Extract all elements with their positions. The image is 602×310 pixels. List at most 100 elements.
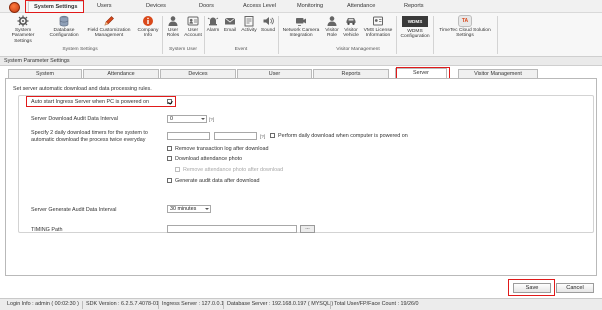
generate-audit-data-label: Generate audit data after download (175, 178, 260, 184)
status-sdk-version: SDK Version : 6.2.5.7.4078-01 (86, 301, 159, 307)
cloud-icon: TA (458, 15, 472, 27)
generate-interval-select[interactable]: 30 minutes (167, 205, 211, 213)
menu-tab-devices[interactable]: Devices (146, 3, 166, 9)
menu-tab-users[interactable]: Users (97, 3, 112, 9)
group-label-visitor-management: Visitor Management (336, 47, 380, 52)
database-configuration-button[interactable]: Database Configuration (46, 15, 82, 39)
ribbon-label: User Roles (166, 28, 180, 39)
download-interval-label: Server Download Audit Data Interval (31, 116, 118, 122)
remove-attendance-photo-label: Remove attendance photo after download (183, 167, 284, 173)
help-icon[interactable]: [?] (209, 117, 214, 122)
ribbon-separator (433, 16, 434, 54)
tab-visitor-management[interactable]: Visitor Management (458, 69, 538, 78)
timing-path-label: TIMING Path (31, 227, 63, 233)
visitor-vehicle-button[interactable]: Visitor Vehicle (341, 15, 361, 39)
network-camera-integration-button[interactable]: Network Camera Integration (280, 15, 322, 39)
visitor-role-button[interactable]: Visitor Role (323, 15, 341, 39)
timetec-cloud-solution-settings-button[interactable]: TA TimeTec Cloud Solution Settings (435, 15, 495, 39)
tab-reports[interactable]: Reports (313, 69, 389, 78)
alarm-icon (207, 17, 219, 26)
timer-1-input[interactable] (167, 132, 210, 140)
generate-interval-label: Server Generate Audit Data Interval (31, 207, 117, 213)
user-account-icon (187, 16, 199, 26)
field-customization-management-button[interactable]: Field Customization Management (85, 15, 133, 39)
ribbon-label: Visitor Role (325, 28, 339, 39)
download-attendance-photo-label: Download attendance photo (175, 156, 243, 162)
menu-tab-reports[interactable]: Reports (404, 3, 424, 9)
menu-tab-monitoring[interactable]: Monitoring (297, 3, 323, 9)
ribbon-label: VMS License Information (363, 28, 393, 39)
status-bar: Login Info : admin ( 00:02:30 ) SDK Vers… (0, 298, 602, 310)
user-account-button[interactable]: User Account (182, 15, 204, 39)
timer-2-input[interactable] (214, 132, 257, 140)
ribbon-label: Sound (260, 28, 276, 33)
vehicle-icon (346, 18, 356, 25)
generate-audit-data-checkbox[interactable] (167, 178, 172, 183)
license-icon (373, 16, 383, 26)
app-menu-orb-icon[interactable] (9, 2, 20, 13)
camera-icon (296, 18, 306, 26)
download-interval-select[interactable]: 0 (167, 115, 207, 123)
panel-description: Set server automatic download and data p… (13, 86, 152, 92)
activity-icon (244, 16, 254, 27)
generate-interval-value: 30 minutes (170, 206, 197, 212)
tab-devices[interactable]: Devices (160, 69, 236, 78)
activity-button[interactable]: Activity (239, 15, 259, 33)
gear-settings-icon (17, 15, 29, 27)
tab-server[interactable]: Server (395, 68, 447, 78)
cancel-button[interactable]: Cancel (556, 283, 594, 293)
help-icon[interactable]: [?] (260, 134, 265, 139)
perform-daily-download-checkbox[interactable] (270, 133, 275, 138)
group-label-system-user: System User (169, 47, 197, 52)
status-login-info: Login Info : admin ( 00:02:30 ) (7, 301, 79, 307)
group-label-event: Event (234, 47, 248, 52)
ribbon-label: Alarm (206, 28, 220, 33)
user-roles-button[interactable]: User Roles (164, 15, 182, 39)
menu-tab-doors[interactable]: Doors (199, 3, 214, 9)
alarm-button[interactable]: Alarm (205, 15, 221, 33)
ribbon-label: Activity (241, 28, 257, 33)
menu-tab-system-settings[interactable]: System Settings (28, 1, 84, 13)
sound-button[interactable]: Sound (259, 15, 277, 33)
ribbon-toolbar: System Parameter Settings Database Confi… (0, 13, 602, 57)
menu-tab-access-level[interactable]: Access Level (243, 3, 276, 9)
perform-daily-download-label: Perform daily download when computer is … (278, 133, 408, 139)
ribbon-separator (278, 16, 279, 54)
email-icon (224, 17, 236, 25)
info-icon (143, 16, 153, 26)
ribbon-label: Network Camera Integration (282, 28, 320, 39)
tab-user[interactable]: User (237, 69, 312, 78)
chevron-down-icon (205, 208, 209, 210)
menu-tab-attendance[interactable]: Attendance (347, 3, 375, 9)
sound-icon (263, 17, 274, 25)
ribbon-label: Visitor Vehicle (343, 28, 359, 39)
timing-path-input[interactable] (167, 225, 297, 233)
chevron-down-icon (201, 118, 205, 120)
save-button[interactable]: Save (513, 283, 551, 293)
status-separator (330, 301, 331, 309)
ribbon-label: TimeTec Cloud Solution Settings (439, 28, 491, 39)
user-role-icon (168, 16, 178, 26)
remove-transaction-log-checkbox[interactable] (167, 146, 172, 151)
group-label-system-settings: System Settings (62, 47, 98, 52)
ribbon-label: WDMS Configuration (400, 29, 430, 40)
remove-attendance-photo-checkbox[interactable] (175, 167, 180, 172)
wdms-configuration-button[interactable]: WDMS WDMS Configuration (398, 15, 432, 40)
ribbon-label: System Parameter Settings (11, 28, 35, 44)
remove-transaction-log-label: Remove transaction log after download (175, 146, 269, 152)
auto-start-checkbox[interactable] (167, 99, 172, 104)
section-title: System Parameter Settings (0, 57, 602, 66)
vms-license-information-button[interactable]: VMS License Information (361, 15, 395, 39)
status-total-counts: Total User/FP/Face Count : 19/26/0 (334, 301, 419, 307)
tab-attendance[interactable]: Attendance (83, 69, 159, 78)
email-button[interactable]: Email (222, 15, 238, 33)
download-attendance-photo-checkbox[interactable] (167, 156, 172, 161)
company-info-button[interactable]: Company Info (135, 15, 161, 39)
wdms-icon: WDMS (402, 16, 428, 27)
status-separator (223, 301, 224, 309)
tab-system[interactable]: System (8, 69, 82, 78)
browse-button[interactable]: ... (300, 225, 315, 233)
download-interval-value: 0 (170, 116, 173, 122)
status-separator (158, 301, 159, 309)
system-parameter-settings-button[interactable]: System Parameter Settings (3, 15, 43, 44)
